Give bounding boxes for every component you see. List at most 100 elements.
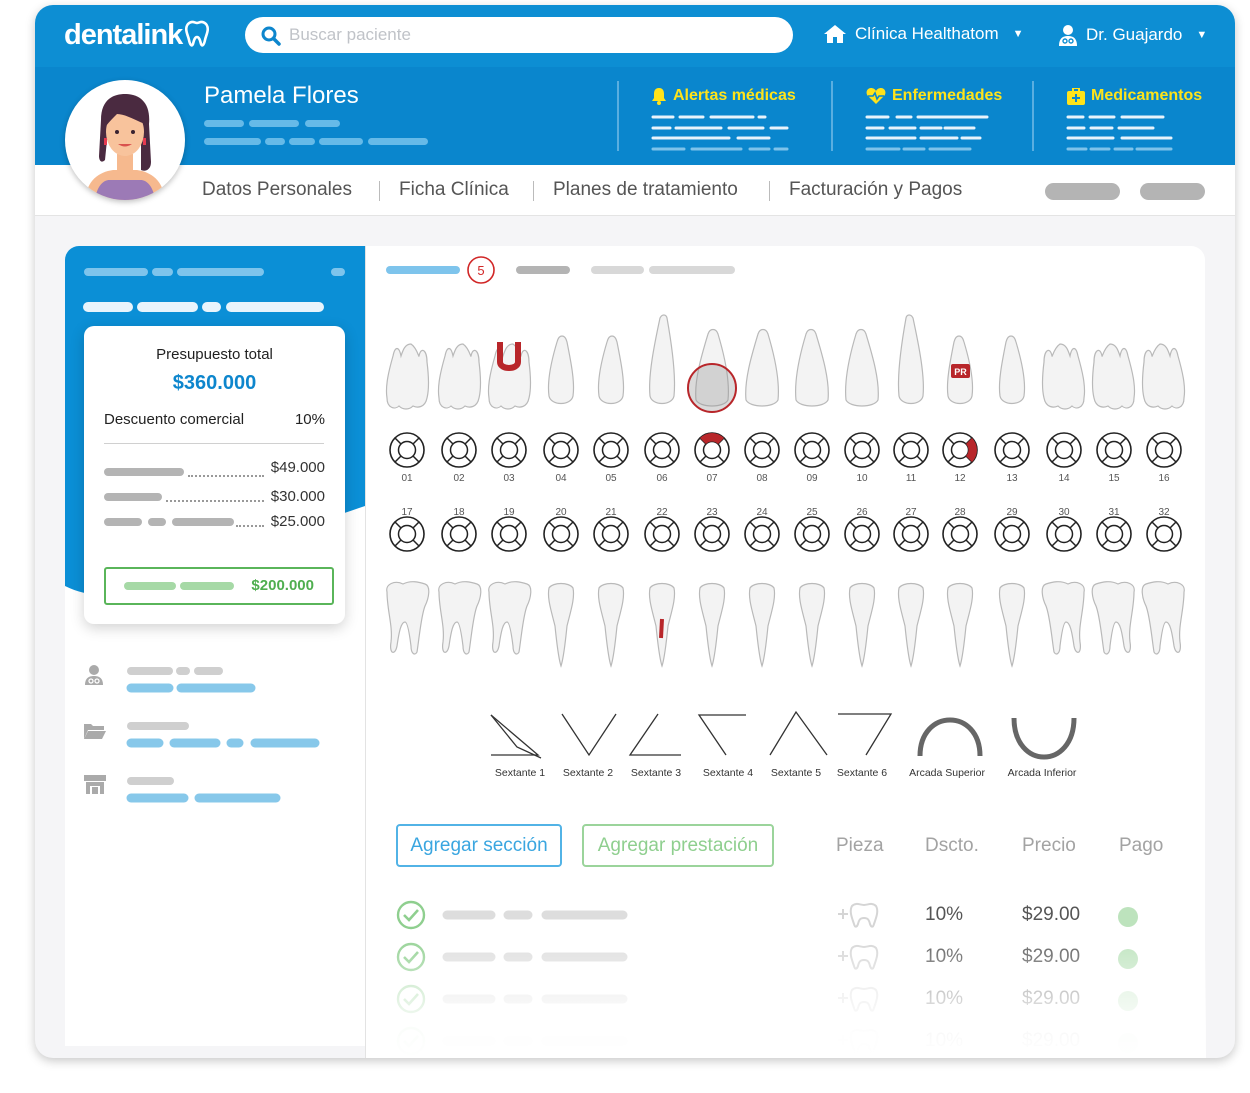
add-section-button[interactable]: Agregar sección [396, 824, 562, 867]
tooth-surface-chart[interactable]: 25 [794, 507, 830, 552]
tooth-surface-chart[interactable]: 09 [794, 432, 830, 484]
lower-tooth[interactable] [748, 582, 776, 667]
column-header-piece: Pieza [836, 835, 884, 856]
tooth-surface-chart[interactable]: 18 [441, 507, 477, 552]
service-discount: 10% [925, 904, 964, 925]
upper-tooth[interactable] [845, 328, 879, 407]
upper-tooth[interactable] [1141, 343, 1186, 410]
tooth-surface-chart[interactable]: 21 [593, 507, 629, 552]
divider [533, 181, 534, 201]
tooth-surface-chart[interactable]: 10 [844, 432, 880, 484]
tooth-surface-chart[interactable]: 24 [744, 507, 780, 552]
budget-line-amount: $49.000 [270, 459, 325, 476]
pr-badge: PR [951, 364, 970, 378]
lower-tooth[interactable] [1141, 581, 1185, 655]
upper-tooth[interactable] [745, 328, 779, 407]
lower-tooth[interactable] [897, 582, 925, 667]
tab-datos-personales[interactable]: Datos Personales [202, 179, 352, 201]
tooth-surface-chart[interactable]: 06 [644, 432, 680, 484]
tooth-surface-chart[interactable]: 29 [994, 507, 1030, 552]
lower-arch-icon [1011, 717, 1077, 760]
user-label: Dr. Guajardo [1086, 25, 1183, 44]
lower-tooth[interactable] [998, 582, 1026, 667]
add-tooth-icon[interactable] [836, 900, 882, 928]
tooth-surface-chart[interactable]: 22 [644, 507, 680, 552]
lower-tooth[interactable] [698, 582, 726, 667]
tooth-surface-chart[interactable]: 27 [893, 507, 929, 552]
sextant-6-icon [838, 713, 893, 756]
upper-tooth[interactable] [547, 335, 575, 405]
tooth-number: 09 [806, 473, 818, 484]
folder-icon[interactable] [83, 722, 107, 740]
store-icon[interactable] [83, 773, 107, 795]
tooth-surface-chart[interactable]: 16 [1146, 432, 1182, 484]
tab-facturacion-pagos[interactable]: Facturación y Pagos [789, 179, 962, 201]
tooth-surface-chart[interactable]: 11 [893, 432, 929, 484]
patient-avatar[interactable] [65, 80, 185, 200]
doctor-icon[interactable] [83, 664, 105, 686]
lower-tooth[interactable] [547, 582, 575, 667]
search-input[interactable] [289, 23, 769, 47]
lower-tooth[interactable] [848, 582, 876, 667]
upper-tooth[interactable] [649, 314, 676, 405]
service-row[interactable]: 10% $29.00 [366, 896, 1206, 936]
tooth-surface-chart[interactable]: 08 [744, 432, 780, 484]
lower-arch-label: Arcada Inferior [1008, 767, 1077, 779]
lower-tooth[interactable] [1091, 581, 1135, 655]
upper-tooth[interactable] [487, 343, 532, 410]
tooth-surface-chart[interactable]: 23 [694, 507, 730, 552]
placeholder-pill[interactable] [1140, 183, 1205, 200]
upper-tooth[interactable] [795, 328, 829, 407]
tooth-surface-chart[interactable]: 20 [543, 507, 579, 552]
discount-label: Descuento comercial [104, 411, 245, 428]
upper-tooth[interactable] [1091, 343, 1136, 410]
lower-tooth[interactable] [488, 581, 532, 655]
upper-tooth[interactable] [998, 335, 1026, 405]
upper-tooth[interactable] [385, 343, 430, 410]
tooth-surface-chart[interactable]: 17 [389, 507, 425, 552]
lower-tooth[interactable] [1041, 581, 1085, 655]
tooth-surface-chart[interactable]: 30 [1046, 507, 1082, 552]
tab-ficha-clinica[interactable]: Ficha Clínica [399, 179, 509, 201]
tooth-surface-chart[interactable]: 04 [543, 432, 579, 484]
upper-tooth[interactable] [437, 343, 482, 410]
root-treatment-marker [659, 618, 664, 639]
tooth-surface-chart[interactable]: 19 [491, 507, 527, 552]
clinic-selector[interactable]: Clínica Healthatom ▼ [823, 24, 1024, 44]
sextant-2-label: Sextante 2 [563, 767, 613, 779]
user-menu[interactable]: Dr. Guajardo ▼ [1058, 24, 1207, 46]
check-circle-icon[interactable] [396, 900, 426, 930]
lower-tooth[interactable] [798, 582, 826, 667]
tooth-surface-chart[interactable]: 26 [844, 507, 880, 552]
lower-tooth[interactable] [946, 582, 974, 667]
chevron-down-icon: ▼ [1012, 28, 1024, 40]
tooth-surface-chart[interactable]: 14 [1046, 432, 1082, 484]
divider [379, 181, 380, 201]
tab-planes-tratamiento[interactable]: Planes de tratamiento [553, 179, 738, 201]
tooth-surface-chart[interactable]: 32 [1146, 507, 1182, 552]
tooth-number: 04 [555, 473, 567, 484]
logo[interactable]: dentalink [64, 19, 210, 52]
budget-sidebar: Presupuesto total $360.000 Descuento com… [65, 246, 365, 1046]
tooth-surface-chart[interactable]: 31 [1096, 507, 1132, 552]
tooth-surface-chart[interactable]: 05 [593, 432, 629, 484]
lower-tooth[interactable] [438, 581, 482, 655]
tooth-number: 21 [605, 507, 617, 518]
search-bar[interactable] [245, 17, 793, 53]
placeholder-pill[interactable] [1045, 183, 1120, 200]
upper-tooth[interactable] [1041, 343, 1086, 410]
tooth-surface-chart[interactable]: 03 [491, 432, 527, 484]
service-price: $29.00 [1022, 904, 1081, 925]
tooth-surface-chart[interactable]: 13 [994, 432, 1030, 484]
lower-tooth[interactable] [597, 582, 625, 667]
tooth-surface-chart[interactable]: 02 [441, 432, 477, 484]
lower-tooth[interactable] [386, 581, 430, 655]
upper-tooth[interactable] [597, 335, 625, 405]
paid-amount-box[interactable]: $200.000 [104, 567, 334, 605]
add-service-button[interactable]: Agregar prestación [582, 824, 774, 867]
upper-tooth[interactable] [897, 314, 924, 405]
tooth-surface-chart[interactable]: 15 [1096, 432, 1132, 484]
tooth-surface-chart[interactable]: 01 [389, 432, 425, 484]
tooth-surface-chart[interactable]: 28 [942, 507, 978, 552]
placeholder-bar [172, 518, 234, 526]
